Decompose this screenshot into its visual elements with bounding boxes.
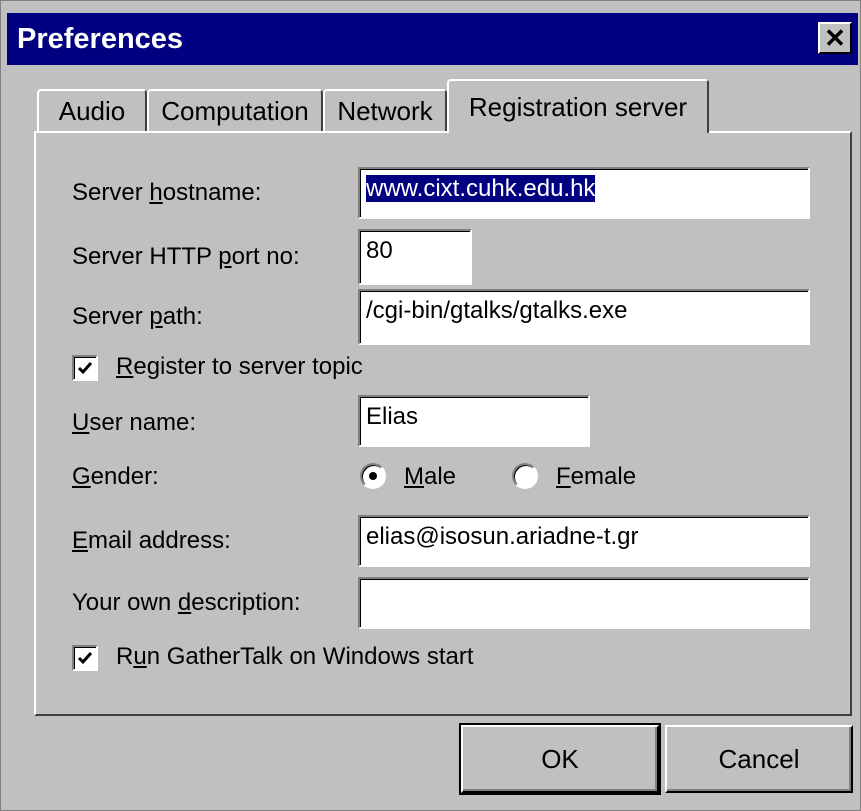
tab-audio-label: Audio bbox=[58, 95, 126, 126]
run-on-start-checkbox[interactable] bbox=[72, 645, 98, 671]
tab-registration-server-label: Registration server bbox=[468, 91, 688, 122]
server-port-label: Server HTTP port no: bbox=[72, 243, 300, 270]
gender-male-label[interactable]: Male bbox=[404, 463, 456, 491]
close-button[interactable]: ✕ bbox=[818, 22, 852, 54]
server-hostname-label: Server hostname: bbox=[72, 179, 262, 206]
email-input[interactable]: elias@isosun.ariadne-t.gr bbox=[358, 515, 810, 567]
tab-computation-label: Computation bbox=[161, 95, 309, 126]
gender-female-label[interactable]: Female bbox=[556, 463, 636, 491]
registration-server-panel: Server hostname: www.cixt.cuhk.edu.hk Se… bbox=[34, 131, 852, 716]
register-topic-label[interactable]: Register to server topic bbox=[116, 353, 363, 381]
window-title: Preferences bbox=[17, 23, 184, 55]
preferences-dialog: Preferences ✕ Audio Computation Network … bbox=[0, 0, 861, 811]
tab-network[interactable]: Network bbox=[323, 89, 447, 131]
close-icon: ✕ bbox=[824, 23, 846, 53]
server-path-value: /cgi-bin/gtalks/gtalks.exe bbox=[366, 297, 628, 324]
email-value: elias@isosun.ariadne-t.gr bbox=[366, 523, 639, 550]
register-topic-checkbox[interactable] bbox=[72, 355, 98, 381]
server-port-input[interactable]: 80 bbox=[358, 229, 472, 285]
checkmark-icon bbox=[77, 362, 93, 375]
tab-computation[interactable]: Computation bbox=[147, 89, 323, 131]
gender-male-radio[interactable] bbox=[360, 463, 386, 489]
ok-button-label: OK bbox=[541, 743, 579, 774]
cancel-button-label: Cancel bbox=[718, 743, 800, 774]
tab-network-label: Network bbox=[337, 95, 433, 126]
user-name-label: User name: bbox=[72, 409, 197, 436]
title-bar[interactable]: Preferences ✕ bbox=[7, 13, 858, 65]
cancel-button[interactable]: Cancel bbox=[665, 725, 853, 793]
tab-audio[interactable]: Audio bbox=[37, 89, 147, 131]
server-hostname-value: www.cixt.cuhk.edu.hk bbox=[366, 175, 596, 202]
server-port-value: 80 bbox=[366, 237, 393, 264]
email-label: Email address: bbox=[72, 527, 231, 554]
description-label: Your own description: bbox=[72, 589, 301, 616]
ok-button[interactable]: OK bbox=[459, 723, 661, 795]
description-input[interactable] bbox=[358, 577, 810, 629]
gender-female-radio[interactable] bbox=[512, 463, 538, 489]
run-on-start-label[interactable]: Run GatherTalk on Windows start bbox=[116, 643, 474, 671]
server-path-label: Server path: bbox=[72, 303, 203, 330]
checkmark-icon bbox=[77, 652, 93, 665]
user-name-input[interactable]: Elias bbox=[358, 395, 590, 447]
radio-selected-dot bbox=[369, 472, 377, 480]
user-name-value: Elias bbox=[366, 403, 419, 430]
gender-label: Gender: bbox=[72, 463, 159, 490]
tab-registration-server[interactable]: Registration server bbox=[447, 79, 709, 133]
server-path-input[interactable]: /cgi-bin/gtalks/gtalks.exe bbox=[358, 289, 810, 345]
server-hostname-input[interactable]: www.cixt.cuhk.edu.hk bbox=[358, 167, 810, 219]
